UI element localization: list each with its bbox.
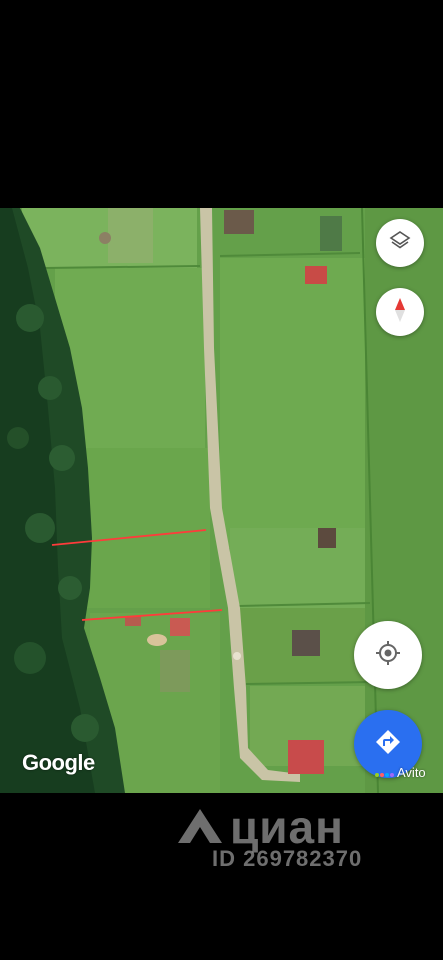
avito-badge: Avito <box>374 765 426 780</box>
avito-dots-icon <box>374 765 394 780</box>
compass-icon <box>393 297 407 328</box>
my-location-icon <box>374 639 402 672</box>
directions-icon <box>373 727 403 762</box>
my-location-button[interactable] <box>354 621 422 689</box>
top-black-bar <box>0 0 443 208</box>
google-logo: Google <box>22 750 95 775</box>
satellite-imagery <box>0 208 443 793</box>
layers-button[interactable] <box>376 219 424 267</box>
compass-button[interactable] <box>376 288 424 336</box>
layers-icon <box>388 229 412 258</box>
satellite-map[interactable] <box>0 208 443 793</box>
avito-label: Avito <box>397 765 426 780</box>
cian-watermark: циан ID 269782370 <box>178 800 361 871</box>
watermark-listing-id: ID 269782370 <box>212 846 363 871</box>
